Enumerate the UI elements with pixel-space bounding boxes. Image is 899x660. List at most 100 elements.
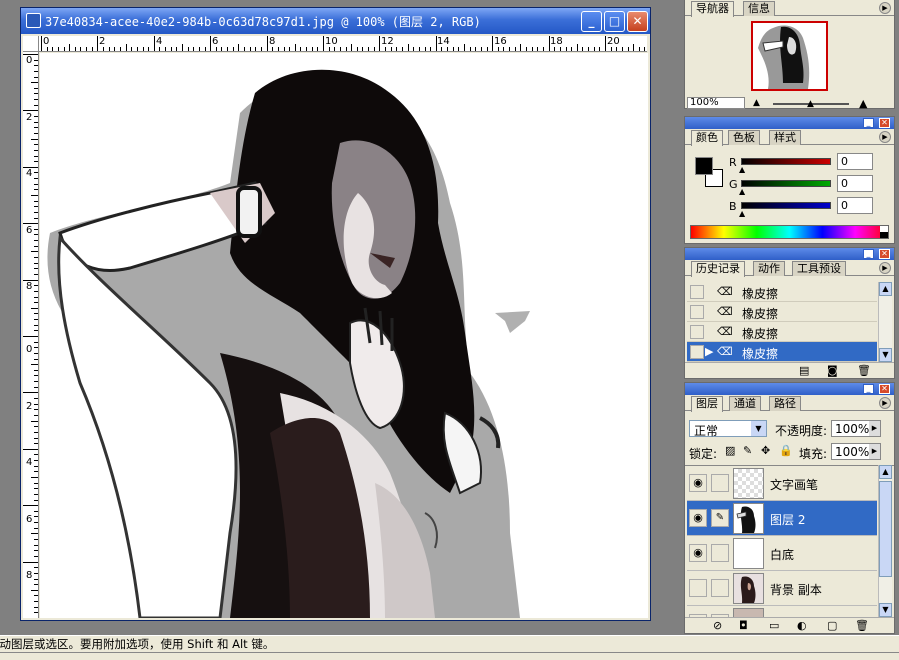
tab-styles[interactable]: 样式 (769, 130, 801, 145)
panel-menu-icon[interactable]: ▶ (879, 262, 891, 274)
close-panel-button[interactable]: ✕ (879, 384, 890, 394)
layer-row-partial[interactable] (687, 606, 877, 617)
fill-input[interactable]: 100% ▶ (831, 443, 881, 460)
scroll-down-arrow[interactable]: ▼ (879, 603, 892, 617)
ruler-origin[interactable] (23, 36, 39, 52)
history-scrollbar[interactable]: ▲ ▼ (878, 282, 892, 362)
opacity-input[interactable]: 100% ▶ (831, 420, 881, 437)
maximize-button[interactable]: □ (604, 11, 625, 32)
tab-channels[interactable]: 通道 (729, 396, 761, 411)
fill-arrow-icon[interactable]: ▶ (869, 444, 880, 459)
blend-mode-select[interactable]: 正常 ▼ (689, 420, 767, 438)
lock-move-icon[interactable]: ✥ (761, 444, 770, 457)
zoom-in-icon[interactable]: ▲ (859, 97, 867, 110)
history-item[interactable]: ⌫ 橡皮擦 (687, 282, 877, 302)
minimize-panel-button[interactable]: _ (863, 384, 874, 394)
zoom-field[interactable]: 100% (687, 97, 745, 109)
history-snapshot-checkbox[interactable] (690, 285, 704, 299)
eye-icon[interactable]: ◉ (689, 509, 707, 527)
foreground-color-swatch[interactable] (695, 157, 713, 175)
adjustment-layer-icon[interactable]: ◐ (797, 619, 807, 632)
channel-value-input[interactable]: 0 (837, 175, 873, 192)
close-panel-button[interactable]: ✕ (879, 249, 890, 259)
channel-slider[interactable] (741, 158, 831, 165)
tab-actions[interactable]: 动作 (753, 261, 785, 276)
history-item[interactable]: ⌫ 橡皮擦 (687, 302, 877, 322)
channel-slider[interactable] (741, 180, 831, 187)
tab-layers[interactable]: 图层 (691, 396, 723, 412)
vertical-ruler[interactable]: 0 2 4 6 8 0 2 4 6 8 (23, 52, 39, 618)
folder-icon[interactable]: ▭ (769, 619, 779, 632)
new-layer-icon[interactable]: ▢ (827, 619, 837, 632)
scroll-up-arrow[interactable]: ▲ (879, 282, 892, 296)
eye-icon[interactable]: ◉ (689, 544, 707, 562)
tab-tool-presets[interactable]: 工具预设 (792, 261, 846, 276)
layer-row-selected[interactable]: ◉ ✎ 图层 2 (687, 501, 877, 536)
snapshot-icon[interactable]: ◙ (827, 364, 838, 377)
color-spectrum-bar[interactable] (690, 225, 889, 239)
minimize-button[interactable]: _ (581, 11, 602, 32)
layer-thumbnail (733, 573, 764, 604)
minimize-panel-button[interactable]: _ (863, 118, 874, 128)
history-snapshot-checkbox[interactable] (690, 345, 704, 359)
opacity-arrow-icon[interactable]: ▶ (869, 421, 880, 436)
channel-slider-thumb[interactable]: ▲ (739, 165, 745, 174)
navigator-panel: 导航器 信息 ▶ 100% ▲ ▲ ▲ (684, 0, 895, 110)
layer-name: 文字画笔 (770, 478, 819, 492)
tab-paths[interactable]: 路径 (769, 396, 801, 411)
channel-slider-thumb[interactable]: ▲ (739, 187, 745, 196)
tab-info[interactable]: 信息 (743, 1, 775, 16)
horizontal-ruler[interactable]: 0 2 4 6 8 10 12 14 16 18 20 (39, 36, 647, 52)
panel-menu-icon[interactable]: ▶ (879, 397, 891, 409)
lock-all-icon[interactable]: 🔒 (779, 444, 793, 457)
eraser-icon: ⌫ (717, 305, 733, 318)
link-layers-icon[interactable]: ⊘ (713, 619, 722, 632)
fill-value: 100% (835, 445, 870, 459)
channel-value-input[interactable]: 0 (837, 153, 873, 170)
navigator-thumbnail[interactable] (751, 21, 828, 91)
history-snapshot-checkbox[interactable] (690, 325, 704, 339)
close-panel-button[interactable]: ✕ (879, 118, 890, 128)
layers-scrollbar[interactable]: ▲ ▼ (878, 465, 892, 617)
scroll-up-arrow[interactable]: ▲ (879, 465, 892, 479)
tab-history[interactable]: 历史记录 (691, 261, 745, 277)
layer-visibility-box[interactable] (689, 579, 707, 597)
tab-navigator[interactable]: 导航器 (691, 1, 734, 17)
minimize-panel-button[interactable]: _ (863, 249, 874, 259)
panel-menu-icon[interactable]: ▶ (879, 131, 891, 143)
scroll-down-arrow[interactable]: ▼ (879, 348, 892, 362)
trash-icon[interactable]: 🗑 (855, 619, 869, 632)
layer-link-box[interactable] (711, 544, 729, 562)
chevron-down-icon[interactable]: ▼ (751, 421, 766, 436)
navigator-tabs: 导航器 信息 ▶ (685, 0, 894, 17)
layer-row[interactable]: ◉ 白底 (687, 536, 877, 571)
channel-slider-thumb[interactable]: ▲ (739, 209, 745, 218)
document-titlebar[interactable]: 37e40834-acee-40e2-984b-0c63d78c97d1.jpg… (21, 8, 650, 34)
history-snapshot-checkbox[interactable] (690, 305, 704, 319)
layer-row[interactable]: 背景 副本 (687, 571, 877, 606)
brush-icon[interactable]: ✎ (711, 509, 729, 527)
new-document-icon[interactable]: ▤ (799, 364, 809, 377)
history-footer: ▤ ◙ 🗑 (685, 362, 894, 378)
trash-icon[interactable]: 🗑 (857, 364, 871, 377)
channel-slider[interactable] (741, 202, 831, 209)
image-canvas[interactable] (40, 53, 648, 618)
layer-link-box[interactable] (711, 474, 729, 492)
tab-swatches[interactable]: 色板 (728, 130, 760, 145)
zoom-slider-thumb[interactable]: ▲ (807, 99, 814, 109)
tab-color[interactable]: 颜色 (691, 130, 723, 146)
close-button[interactable]: ✕ (627, 11, 648, 32)
zoom-out-icon[interactable]: ▲ (753, 98, 760, 108)
ruler-label: 4 (26, 457, 33, 468)
layer-style-icon[interactable]: ◘ (739, 619, 748, 632)
layer-row[interactable]: ◉ 文字画笔 (687, 466, 877, 501)
lock-brush-icon[interactable]: ✎ (743, 444, 752, 457)
layer-link-box[interactable] (711, 579, 729, 597)
lock-transparency-icon[interactable]: ▨ (725, 444, 735, 457)
panel-menu-icon[interactable]: ▶ (879, 2, 891, 14)
scroll-thumb[interactable] (879, 481, 892, 577)
history-item[interactable]: ⌫ 橡皮擦 (687, 322, 877, 342)
history-item-selected[interactable]: ▶ ⌫ 橡皮擦 (687, 342, 877, 362)
eye-icon[interactable]: ◉ (689, 474, 707, 492)
channel-value-input[interactable]: 0 (837, 197, 873, 214)
